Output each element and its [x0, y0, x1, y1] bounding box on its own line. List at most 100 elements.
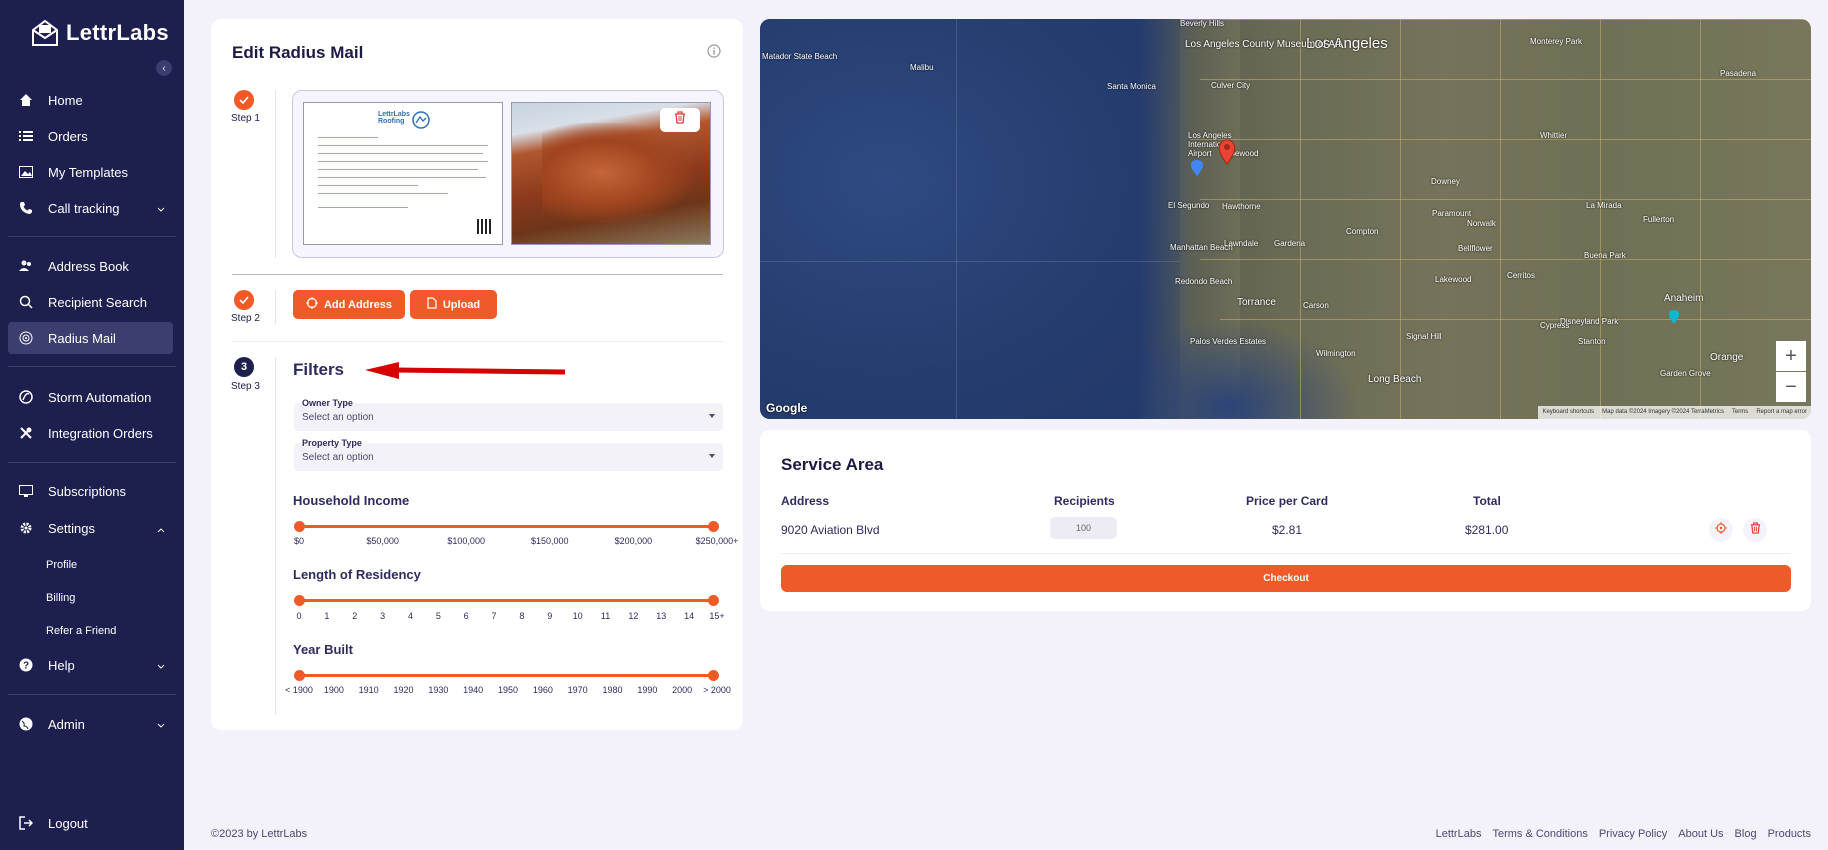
slider-tick-label: $200,000: [614, 536, 653, 546]
sidebar-divider: [8, 694, 176, 695]
sidebar-item-subscriptions[interactable]: Subscriptions: [8, 475, 173, 507]
slider-min-handle[interactable]: [293, 595, 305, 606]
report-error-link[interactable]: Report a map error: [1756, 409, 1807, 416]
chevron-down-icon: [157, 717, 165, 732]
slider-tick-label: 8: [519, 611, 525, 621]
delete-design-button[interactable]: [660, 108, 700, 132]
header-total: Total: [1473, 494, 1501, 508]
sidebar-item-label: Call tracking: [48, 200, 120, 216]
header-price-per-card: Price per Card: [1246, 494, 1329, 508]
recipients-input[interactable]: 100: [1050, 517, 1117, 539]
sidebar-item-settings[interactable]: Settings: [8, 512, 173, 544]
sidebar-item-storm-automation[interactable]: Storm Automation: [8, 381, 173, 413]
slider-max-handle[interactable]: [707, 521, 719, 532]
year-built-ticks: < 1900 1900 1910 1920 1930 1940 1950 1960 1970 19…: [285, 685, 731, 697]
sidebar-subitem-profile[interactable]: Profile: [46, 559, 77, 571]
trash-icon: [1750, 521, 1761, 539]
slider-min-handle[interactable]: [293, 521, 305, 532]
sidebar-divider: [8, 236, 176, 237]
sidebar-item-address-book[interactable]: Address Book: [8, 250, 173, 282]
map-label: Downey: [1431, 177, 1460, 186]
slider-tick-label: 1990: [637, 685, 658, 695]
map-label: Cypress: [1540, 321, 1570, 330]
zoom-in-button[interactable]: +: [1776, 341, 1806, 371]
sidebar-item-help[interactable]: ? Help: [8, 649, 173, 681]
footer-link-privacy[interactable]: Privacy Policy: [1599, 828, 1667, 840]
footer-link-about[interactable]: About Us: [1678, 828, 1723, 840]
map-ocean: [760, 19, 1180, 419]
footer-link-blog[interactable]: Blog: [1735, 828, 1757, 840]
map-road: [1180, 19, 1811, 20]
phone-icon: [18, 200, 34, 216]
slider-tick-label: 4: [407, 611, 413, 621]
keyboard-shortcuts-link[interactable]: Keyboard shortcuts: [1542, 409, 1594, 416]
sidebar-item-my-templates[interactable]: My Templates: [8, 156, 173, 188]
household-income-ticks: $0 $50,000 $100,000 $150,000 $200,000 $250,00…: [293, 536, 738, 548]
sidebar-item-label: Storm Automation: [48, 389, 152, 405]
tools-icon: [18, 425, 34, 441]
footer-link-terms[interactable]: Terms & Conditions: [1492, 828, 1587, 840]
handwriting-line: [318, 137, 378, 138]
property-type-select[interactable]: Property Type Select an option: [294, 438, 723, 471]
slider-tick-label: $0: [293, 536, 305, 546]
household-income-slider[interactable]: [293, 521, 719, 532]
sidebar-subitem-billing[interactable]: Billing: [46, 592, 75, 604]
terms-link[interactable]: Terms: [1732, 409, 1748, 416]
map-label: Matador State Beach: [762, 52, 838, 61]
slider-tick-label: 1: [324, 611, 330, 621]
sidebar-item-label: Integration Orders: [48, 425, 153, 441]
svg-text:?: ?: [23, 661, 29, 672]
map-view[interactable]: Los Angeles Beverly Hills Los Angeles Co…: [760, 19, 1811, 419]
map-label: Redondo Beach: [1175, 277, 1233, 286]
locate-button[interactable]: [1709, 518, 1733, 542]
zoom-out-button[interactable]: −: [1776, 372, 1806, 402]
checkout-button[interactable]: Checkout: [781, 565, 1791, 592]
year-built-slider[interactable]: [293, 670, 719, 681]
slider-tick-label: 1970: [567, 685, 588, 695]
map-road: [1300, 19, 1301, 419]
map-label: Torrance: [1237, 297, 1276, 308]
home-icon: [18, 92, 34, 108]
slider-max-handle[interactable]: [707, 670, 719, 681]
sidebar-item-recipient-search[interactable]: Recipient Search: [8, 286, 173, 318]
map-label: Pasadena: [1720, 69, 1757, 78]
collapse-sidebar-button[interactable]: ‹: [156, 60, 172, 76]
row-price: $2.81: [1272, 523, 1303, 537]
sidebar-item-orders[interactable]: Orders: [8, 120, 173, 152]
sidebar-item-radius-mail[interactable]: Radius Mail: [8, 322, 173, 354]
delete-row-button[interactable]: [1743, 518, 1767, 542]
slider-tick-label: 1960: [532, 685, 553, 695]
add-address-button[interactable]: Add Address: [293, 290, 405, 319]
map-label: Long Beach: [1368, 374, 1422, 385]
step-2-complete-icon: [234, 290, 254, 310]
sidebar-item-label: Logout: [48, 815, 88, 831]
sidebar-item-home[interactable]: Home: [8, 84, 173, 116]
info-icon[interactable]: [707, 44, 721, 63]
slider-tick-label: 3: [380, 611, 386, 621]
footer-link-lettrlabs[interactable]: LettrLabs: [1436, 828, 1482, 840]
sidebar-item-admin[interactable]: Admin: [8, 708, 173, 740]
sidebar-item-logout[interactable]: Logout: [8, 807, 173, 839]
slider-max-handle[interactable]: [707, 595, 719, 606]
map-label: Paramount: [1432, 209, 1472, 218]
brand-logo[interactable]: LettrLabs: [30, 18, 169, 48]
slider-min-handle[interactable]: [293, 670, 305, 681]
footer-link-products[interactable]: Products: [1768, 828, 1811, 840]
upload-button[interactable]: Upload: [410, 290, 497, 319]
sidebar-subitem-refer-a-friend[interactable]: Refer a Friend: [46, 625, 116, 637]
list-icon: [18, 128, 34, 144]
owner-type-select[interactable]: Owner Type Select an option: [294, 398, 723, 431]
row-divider: [781, 553, 1791, 554]
length-of-residency-slider[interactable]: [293, 595, 719, 606]
slider-tick-label: 6: [463, 611, 469, 621]
map-road: [1400, 19, 1401, 419]
sidebar-item-call-tracking[interactable]: Call tracking: [8, 192, 173, 224]
sidebar-item-integration-orders[interactable]: Integration Orders: [8, 417, 173, 449]
map-pin-icon[interactable]: [1218, 139, 1236, 170]
page-title: Edit Radius Mail: [232, 43, 364, 62]
search-user-icon: [18, 294, 34, 310]
caret-down-icon: [709, 454, 715, 458]
length-of-residency-ticks: 0 1 2 3 4 5 6 7 8 9 10 11 12 13 14 15+: [293, 611, 725, 623]
gear-icon: [18, 520, 34, 536]
map-grid-line: [760, 261, 1180, 262]
